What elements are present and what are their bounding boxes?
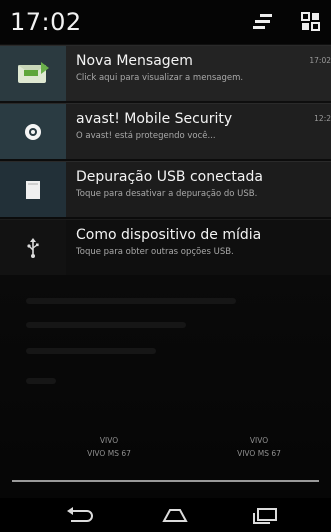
notification-nova-mensagem[interactable]: Nova Mensagem Click aqui para visualizar…	[0, 45, 331, 101]
carrier-detail: VIVO MS 67	[87, 449, 131, 458]
notification-avast[interactable]: avast! Mobile Security O avast! está pro…	[0, 103, 331, 159]
faded-background-line	[26, 378, 56, 384]
carrier-label-sim1: VIVO VIVO MS 67	[54, 434, 164, 460]
notification-title: Como dispositivo de mídia	[76, 227, 262, 243]
carrier-name: VIVO	[249, 436, 269, 445]
navigation-bar	[0, 498, 331, 532]
sms-icon	[0, 46, 66, 101]
carrier-detail: VIVO MS 67	[237, 449, 281, 458]
notification-title: Nova Mensagem	[76, 53, 193, 69]
back-icon[interactable]	[60, 504, 100, 526]
usb-icon	[0, 220, 66, 275]
usb-debug-icon	[0, 162, 66, 217]
notification-shade: 17:02 Nova Mensagem Click aqui para visu…	[0, 0, 331, 532]
notification-usb-debug[interactable]: Depuração USB conectada Toque para desat…	[0, 161, 331, 217]
recent-apps-icon[interactable]	[245, 504, 285, 526]
notification-title: Depuração USB conectada	[76, 169, 263, 185]
home-icon[interactable]	[155, 504, 195, 526]
faded-background-line	[26, 348, 156, 354]
faded-background-line	[26, 322, 186, 328]
notification-usb-media[interactable]: Como dispositivo de mídia Toque para obt…	[0, 219, 331, 275]
settings-sliders-icon[interactable]	[252, 12, 274, 32]
notification-text: Click aqui para visualizar a mensagem.	[76, 73, 244, 83]
shade-drag-handle[interactable]	[12, 480, 319, 482]
shade-header: 17:02	[0, 0, 331, 44]
quick-settings-grid-icon[interactable]	[300, 12, 322, 32]
notification-text: Toque para desativar a depuração do USB.	[76, 189, 258, 199]
notification-text: O avast! está protegendo você...	[76, 131, 216, 141]
notification-time: 12:2	[314, 114, 331, 123]
carrier-name: VIVO	[99, 436, 119, 445]
notification-title: avast! Mobile Security	[76, 111, 233, 127]
notification-time: 17:02	[309, 56, 331, 65]
clock: 17:02	[10, 8, 82, 36]
faded-background-line	[26, 298, 236, 304]
avast-icon	[0, 104, 66, 159]
notification-text: Toque para obter outras opções USB.	[76, 247, 234, 257]
carrier-label-sim2: VIVO VIVO MS 67	[204, 434, 314, 460]
